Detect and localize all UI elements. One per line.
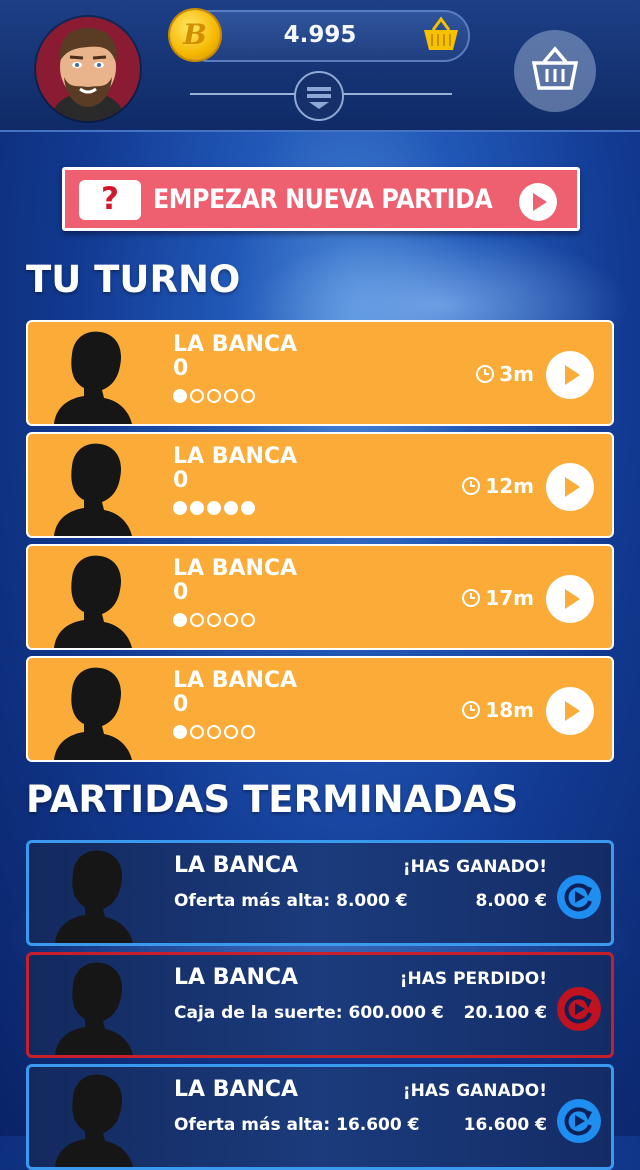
opponent-name: LA BANCA <box>174 853 299 878</box>
game-result: ¡HAS GANADO! <box>402 857 547 877</box>
rematch-button[interactable] <box>555 985 603 1033</box>
time-elapsed: 18m <box>461 698 534 722</box>
opponent-silhouette-icon <box>50 328 134 424</box>
opponent-name: LA BANCA <box>174 965 299 990</box>
turn-game-card[interactable]: LA BANCA 0 17m <box>26 544 614 650</box>
round-progress-dot <box>224 613 238 627</box>
round-progress <box>173 389 255 403</box>
round-progress-dot <box>173 725 187 739</box>
round-progress-dot <box>207 389 221 403</box>
opponent-name: LA BANCA <box>173 332 298 357</box>
opponent-silhouette-icon <box>51 1071 135 1167</box>
game-score: 0 <box>173 468 189 493</box>
finished-games-heading: PARTIDAS TERMINADAS <box>26 778 519 821</box>
finished-game-card[interactable]: LA BANCA ¡HAS GANADO! Oferta más alta: 8… <box>26 840 614 946</box>
play-icon <box>565 589 580 609</box>
round-progress-dot <box>241 389 255 403</box>
round-progress-dot <box>224 501 238 515</box>
round-progress-dot <box>241 613 255 627</box>
round-progress-dot <box>173 501 187 515</box>
round-progress-dot <box>173 613 187 627</box>
replay-icon <box>557 987 601 1031</box>
coin-balance: 4.995 <box>283 22 357 48</box>
play-icon <box>565 365 580 385</box>
player-avatar[interactable] <box>36 17 140 121</box>
round-progress <box>173 725 255 739</box>
time-elapsed-value: 3m <box>499 362 534 386</box>
opponent-silhouette-icon <box>51 847 135 943</box>
menu-icon[interactable] <box>294 71 344 121</box>
round-progress-dot <box>207 725 221 739</box>
round-progress <box>173 613 255 627</box>
play-icon <box>565 477 580 497</box>
time-elapsed-value: 12m <box>485 474 534 498</box>
opponent-name: LA BANCA <box>173 444 298 469</box>
time-elapsed-value: 18m <box>485 698 534 722</box>
play-turn-button[interactable] <box>546 575 594 623</box>
shopping-basket-icon[interactable] <box>514 30 596 112</box>
opponent-silhouette-icon <box>50 664 134 760</box>
game-detail: Caja de la suerte: 600.000 € <box>174 1003 444 1023</box>
play-turn-button[interactable] <box>546 351 594 399</box>
play-turn-button[interactable] <box>546 687 594 735</box>
round-progress-dot <box>190 389 204 403</box>
clock-icon <box>476 365 495 383</box>
rematch-button[interactable] <box>555 1097 603 1145</box>
play-icon <box>565 701 580 721</box>
game-score: 0 <box>173 356 189 381</box>
time-elapsed-value: 17m <box>485 586 534 610</box>
round-progress-dot <box>224 389 238 403</box>
opponent-name: LA BANCA <box>174 1077 299 1102</box>
round-progress-dot <box>190 613 204 627</box>
game-amount: 20.100 € <box>463 1003 547 1023</box>
buy-coins-basket-icon[interactable] <box>420 14 462 56</box>
round-progress-dot <box>173 389 187 403</box>
round-progress-dot <box>241 725 255 739</box>
round-progress-dot <box>241 501 255 515</box>
round-progress-dot <box>190 725 204 739</box>
your-turn-heading: TU TURNO <box>26 258 241 301</box>
play-turn-button[interactable] <box>546 463 594 511</box>
game-result: ¡HAS PERDIDO! <box>399 969 547 989</box>
game-amount: 8.000 € <box>475 891 547 911</box>
question-icon: ? <box>79 180 141 220</box>
round-progress-dot <box>224 725 238 739</box>
finished-game-card[interactable]: LA BANCA ¡HAS GANADO! Oferta más alta: 1… <box>26 1064 614 1170</box>
clock-icon <box>462 701 481 719</box>
turn-game-card[interactable]: LA BANCA 0 12m <box>26 432 614 538</box>
game-amount: 16.600 € <box>463 1115 547 1135</box>
game-score: 0 <box>173 692 189 717</box>
opponent-name: LA BANCA <box>173 668 298 693</box>
game-result: ¡HAS GANADO! <box>402 1081 547 1101</box>
opponent-silhouette-icon <box>50 440 134 536</box>
turn-game-card[interactable]: LA BANCA 0 3m <box>26 320 614 426</box>
replay-icon <box>557 875 601 919</box>
top-bar: B 4.995 <box>0 0 640 132</box>
turn-game-card[interactable]: LA BANCA 0 18m <box>26 656 614 762</box>
replay-icon <box>557 1099 601 1143</box>
time-elapsed: 12m <box>461 474 534 498</box>
time-elapsed: 3m <box>475 362 534 386</box>
round-progress-dot <box>207 501 221 515</box>
play-icon <box>519 183 557 221</box>
coin-icon: B <box>170 10 220 60</box>
clock-icon <box>462 589 481 607</box>
clock-icon <box>462 477 481 495</box>
game-detail: Oferta más alta: 16.600 € <box>174 1115 420 1135</box>
rematch-button[interactable] <box>555 873 603 921</box>
game-score: 0 <box>173 580 189 605</box>
opponent-name: LA BANCA <box>173 556 298 581</box>
time-elapsed: 17m <box>461 586 534 610</box>
round-progress <box>173 501 255 515</box>
opponent-silhouette-icon <box>50 552 134 648</box>
round-progress-dot <box>207 613 221 627</box>
opponent-silhouette-icon <box>51 959 135 1055</box>
finished-game-card[interactable]: LA BANCA ¡HAS PERDIDO! Caja de la suerte… <box>26 952 614 1058</box>
round-progress-dot <box>190 501 204 515</box>
new-game-label: EMPEZAR NUEVA PARTIDA <box>153 184 493 215</box>
game-detail: Oferta más alta: 8.000 € <box>174 891 408 911</box>
new-game-button[interactable]: ? EMPEZAR NUEVA PARTIDA <box>62 167 580 231</box>
